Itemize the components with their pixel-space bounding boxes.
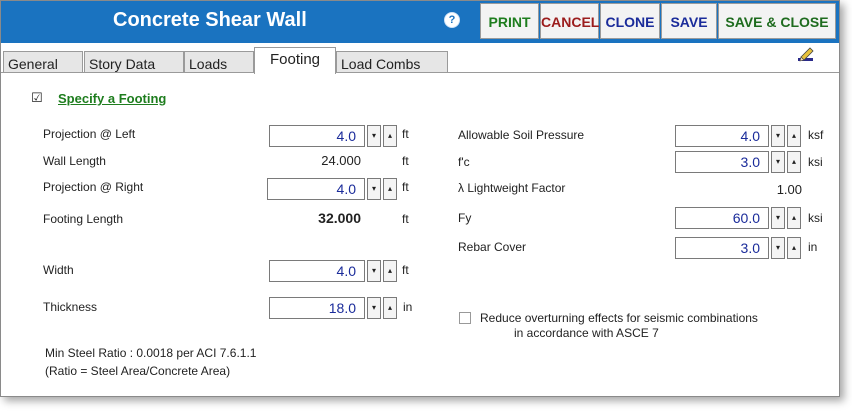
clone-button[interactable]: CLONE [600, 3, 660, 39]
increment-button[interactable]: ▴ [383, 178, 397, 200]
width-input[interactable]: 4.0 [269, 260, 365, 282]
footing-length-label: Footing Length [43, 212, 124, 226]
seismic-reduction-checkbox[interactable] [459, 312, 471, 324]
fc-input[interactable]: 3.0 [675, 151, 769, 173]
help-icon[interactable]: ? [444, 12, 460, 28]
decrement-button[interactable]: ▾ [367, 125, 381, 147]
thickness-label: Thickness [43, 300, 98, 314]
increment-button[interactable]: ▴ [787, 237, 801, 259]
tab-load-combs[interactable]: Load Combs [336, 51, 448, 73]
fy-input[interactable]: 60.0 [675, 207, 769, 229]
decrement-button[interactable]: ▾ [367, 178, 381, 200]
tab-general[interactable]: General [3, 51, 83, 73]
width-label: Width [43, 263, 74, 277]
fc-unit: ksi [808, 155, 823, 169]
wall-length-value: 24.000 [321, 153, 361, 168]
rebar-cover-input[interactable]: 3.0 [675, 237, 769, 259]
footing-length-unit: ft [402, 212, 409, 226]
lightweight-factor-label: λ Lightweight Factor [458, 181, 566, 195]
projection-left-input[interactable]: 4.0 [269, 125, 365, 147]
title-bar: Concrete Shear Wall ? PRINT CANCEL CLONE… [1, 1, 839, 43]
window-title: Concrete Shear Wall [113, 9, 307, 31]
dialog-window: Concrete Shear Wall ? PRINT CANCEL CLONE… [0, 0, 840, 397]
increment-button[interactable]: ▴ [383, 297, 397, 319]
decrement-button[interactable]: ▾ [771, 237, 785, 259]
specify-footing-checkbox[interactable]: ☑ [31, 90, 43, 106]
min-steel-ratio-note: Min Steel Ratio : 0.0018 per ACI 7.6.1.1 [45, 346, 257, 360]
decrement-button[interactable]: ▾ [367, 260, 381, 282]
thickness-input[interactable]: 18.0 [269, 297, 365, 319]
projection-left-unit: ft [402, 127, 409, 141]
increment-button[interactable]: ▴ [383, 260, 397, 282]
fc-label: f'c [458, 155, 470, 169]
tab-footing[interactable]: Footing [254, 47, 336, 74]
decrement-button[interactable]: ▾ [771, 151, 785, 173]
seismic-reduction-label-line2[interactable]: in accordance with ASCE 7 [514, 326, 659, 340]
wall-length-unit: ft [402, 154, 409, 168]
decrement-button[interactable]: ▾ [771, 125, 785, 147]
increment-button[interactable]: ▴ [383, 125, 397, 147]
decrement-button[interactable]: ▾ [771, 207, 785, 229]
allowable-soil-pressure-unit: ksf [808, 128, 824, 142]
allowable-soil-pressure-label: Allowable Soil Pressure [458, 128, 585, 142]
thickness-unit: in [403, 300, 413, 314]
cancel-button[interactable]: CANCEL [540, 3, 599, 39]
tab-bar: General Story Data Loads Footing Load Co… [1, 47, 839, 74]
rebar-cover-label: Rebar Cover [458, 240, 527, 254]
print-button[interactable]: PRINT [480, 3, 539, 39]
projection-right-input[interactable]: 4.0 [267, 178, 365, 200]
seismic-reduction-label-line1[interactable]: Reduce overturning effects for seismic c… [480, 311, 758, 325]
tab-story-data[interactable]: Story Data [84, 51, 184, 73]
wall-length-label: Wall Length [43, 154, 106, 168]
projection-left-label: Projection @ Left [43, 127, 136, 141]
footing-length-value: 32.000 [318, 210, 361, 226]
lightweight-factor-value: 1.00 [776, 182, 802, 197]
fy-unit: ksi [808, 211, 823, 225]
increment-button[interactable]: ▴ [787, 125, 801, 147]
increment-button[interactable]: ▴ [787, 151, 801, 173]
increment-button[interactable]: ▴ [787, 207, 801, 229]
edit-pencil-icon[interactable] [797, 46, 815, 62]
specify-footing-label[interactable]: Specify a Footing [58, 91, 166, 106]
width-unit: ft [402, 263, 409, 277]
tab-loads[interactable]: Loads [184, 51, 254, 73]
tab-divider [1, 72, 839, 73]
fy-label: Fy [458, 211, 472, 225]
save-button[interactable]: SAVE [661, 3, 717, 39]
projection-right-unit: ft [402, 180, 409, 194]
save-and-close-button[interactable]: SAVE & CLOSE [718, 3, 836, 39]
rebar-cover-unit: in [808, 240, 818, 254]
decrement-button[interactable]: ▾ [367, 297, 381, 319]
allowable-soil-pressure-input[interactable]: 4.0 [675, 125, 769, 147]
projection-right-label: Projection @ Right [43, 180, 144, 194]
ratio-definition-note: (Ratio = Steel Area/Concrete Area) [45, 364, 231, 378]
